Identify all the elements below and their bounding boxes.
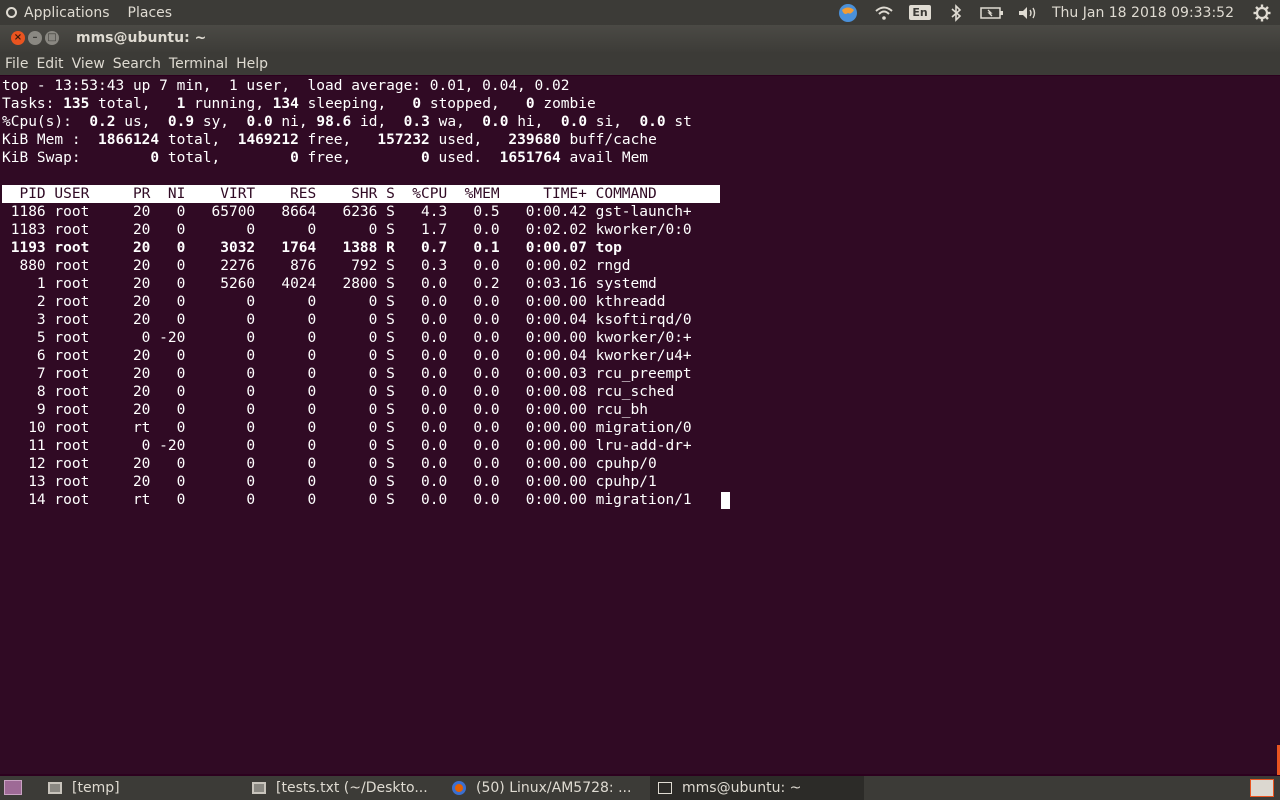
maximize-button[interactable]: □ (45, 31, 59, 45)
taskbar-item-label: mms@ubuntu: ~ (682, 780, 802, 796)
session-indicator[interactable] (1244, 0, 1280, 25)
table-row: 7 root 20 0 0 0 0 S 0.0 0.0 0:00.03 rcu_… (2, 366, 692, 382)
wifi-indicator[interactable] (866, 0, 902, 25)
top-panel: Applications Places En Thu Jan 18 2018 0… (0, 0, 1280, 25)
terminal-output[interactable]: top - 13:53:43 up 7 min, 1 user, load av… (0, 76, 1280, 775)
battery-icon (980, 6, 1003, 19)
table-row: 9 root 20 0 0 0 0 S 0.0 0.0 0:00.00 rcu_… (2, 402, 692, 418)
applications-menu[interactable]: Applications (6, 5, 110, 21)
clock[interactable]: Thu Jan 18 2018 09:33:52 (1046, 5, 1244, 21)
table-row: 2 root 20 0 0 0 0 S 0.0 0.0 0:00.00 kthr… (2, 294, 692, 310)
taskbar-item-terminal[interactable]: mms@ubuntu: ~ (650, 776, 864, 800)
places-label: Places (127, 4, 173, 21)
summary-line: %Cpu(s): 0.2 us, 0.9 sy, 0.0 ni, 98.6 id… (2, 114, 692, 130)
table-row: 10 root rt 0 0 0 0 S 0.0 0.0 0:00.00 mig… (2, 420, 692, 436)
table-row: 14 root rt 0 0 0 0 S 0.0 0.0 0:00.00 mig… (2, 492, 692, 508)
volume-indicator[interactable] (1010, 0, 1046, 25)
table-row: 12 root 20 0 0 0 0 S 0.0 0.0 0:00.00 cpu… (2, 456, 692, 472)
menu-search[interactable]: Search (108, 56, 164, 72)
window-titlebar[interactable]: × – □ mms@ubuntu: ~ (0, 25, 1280, 52)
summary-line: KiB Mem : 1866124 total, 1469212 free, 1… (2, 132, 657, 148)
menu-help[interactable]: Help (231, 56, 271, 72)
table-row: 8 root 20 0 0 0 0 S 0.0 0.0 0:00.08 rcu_… (2, 384, 692, 400)
battery-indicator[interactable] (974, 0, 1010, 25)
table-row: 1 root 20 0 5260 4024 2800 S 0.0 0.2 0:0… (2, 276, 692, 292)
firefox-icon (452, 781, 466, 795)
keyboard-layout-label: En (909, 5, 931, 20)
keyboard-indicator[interactable]: En (902, 0, 938, 25)
table-row: 880 root 20 0 2276 876 792 S 0.3 0.0 0:0… (2, 258, 692, 274)
table-row: 1193 root 20 0 3032 1764 1388 R 0.7 0.1 … (2, 240, 692, 256)
terminal-tray-icon[interactable] (1250, 779, 1274, 797)
text-editor-icon (48, 782, 62, 794)
minimize-button[interactable]: – (28, 31, 42, 45)
taskbar-item-label: [tests.txt (~/Deskto... (276, 780, 428, 796)
ubuntu-logo-icon (6, 7, 17, 18)
table-row: 1186 root 20 0 65700 8664 6236 S 4.3 0.5… (2, 204, 692, 220)
table-row: 3 root 20 0 0 0 0 S 0.0 0.0 0:00.04 ksof… (2, 312, 692, 328)
close-button[interactable]: × (11, 31, 25, 45)
taskbar: [temp] [tests.txt (~/Deskto... (50) Linu… (0, 776, 1280, 800)
volume-icon (1019, 6, 1036, 19)
process-table-header: PID USER PR NI VIRT RES SHR S %CPU %MEM … (2, 185, 720, 203)
taskbar-item-tests[interactable]: [tests.txt (~/Deskto... (252, 776, 444, 800)
summary-line: KiB Swap: 0 total, 0 free, 0 used. 16517… (2, 150, 649, 166)
terminal-icon (658, 782, 672, 794)
menu-edit[interactable]: Edit (31, 56, 66, 72)
applications-label: Applications (24, 4, 110, 21)
summary-line: Tasks: 135 total, 1 running, 134 sleepin… (2, 96, 596, 112)
taskbar-item-temp[interactable]: [temp] (48, 776, 240, 800)
show-desktop-button[interactable] (4, 780, 22, 795)
text-cursor (721, 492, 730, 509)
table-row: 5 root 0 -20 0 0 0 S 0.0 0.0 0:00.00 kwo… (2, 330, 692, 346)
bluetooth-indicator[interactable] (938, 0, 974, 25)
places-menu[interactable]: Places (128, 5, 173, 21)
globe-icon (839, 3, 857, 22)
top-summary: top - 13:53:43 up 7 min, 1 user, load av… (2, 77, 692, 167)
window-title: mms@ubuntu: ~ (76, 30, 207, 46)
text-editor-icon (252, 782, 266, 794)
table-row: 1183 root 20 0 0 0 0 S 1.7 0.0 0:02.02 k… (2, 222, 692, 238)
gear-icon (1253, 4, 1271, 21)
process-table-header-text: PID USER PR NI VIRT RES SHR S %CPU %MEM … (2, 186, 718, 202)
table-row: 13 root 20 0 0 0 0 S 0.0 0.0 0:00.00 cpu… (2, 474, 692, 490)
wifi-icon (875, 6, 893, 20)
process-table: 1186 root 20 0 65700 8664 6236 S 4.3 0.5… (2, 203, 692, 509)
menu-file[interactable]: File (0, 56, 31, 72)
summary-line: top - 13:53:43 up 7 min, 1 user, load av… (2, 78, 570, 94)
taskbar-item-firefox[interactable]: (50) Linux/AM5728: ... (452, 776, 644, 800)
taskbar-item-label: (50) Linux/AM5728: ... (476, 780, 632, 796)
menu-bar: File Edit View Search Terminal Help (0, 52, 1280, 75)
taskbar-item-label: [temp] (72, 780, 120, 796)
table-row: 11 root 0 -20 0 0 0 S 0.0 0.0 0:00.00 lr… (2, 438, 692, 454)
table-row: 6 root 20 0 0 0 0 S 0.0 0.0 0:00.04 kwor… (2, 348, 692, 364)
bluetooth-icon (951, 3, 962, 22)
browser-indicator[interactable] (830, 0, 866, 25)
menu-view[interactable]: View (67, 56, 108, 72)
menu-terminal[interactable]: Terminal (164, 56, 231, 72)
